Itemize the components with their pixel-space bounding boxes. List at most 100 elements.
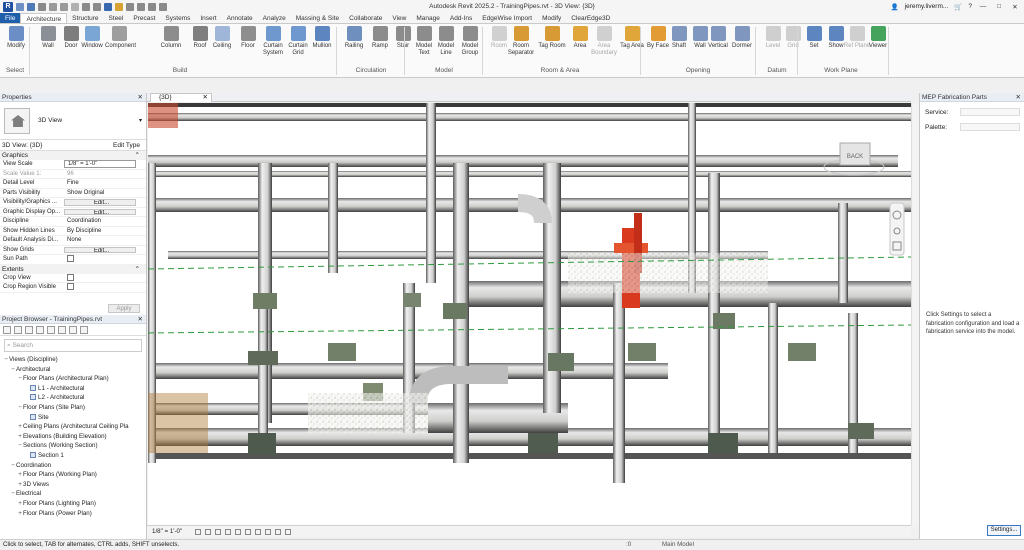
tab-steel[interactable]: Steel [104,13,129,23]
close-icon[interactable]: ✕ [1016,93,1021,102]
visual-style-icon[interactable] [205,529,211,535]
redo-icon[interactable] [60,2,68,11]
tree-item[interactable]: −Views (Discipline) [0,355,146,365]
browser-tool-icon[interactable] [80,326,88,334]
tree-item[interactable]: Site [0,413,146,423]
section-icon[interactable] [126,2,134,11]
sync-icon[interactable] [38,2,46,11]
edit-button[interactable]: Edit... [64,208,136,215]
user-name[interactable]: jeremy.liverm... [905,3,949,10]
tab-edgewise-import[interactable]: EdgeWise Import [477,13,537,23]
checkbox[interactable] [64,274,146,283]
tab-modify[interactable]: Modify [537,13,566,23]
dormer-button[interactable]: Dormer [728,26,756,50]
tree-item[interactable]: −Coordination [0,461,146,471]
tree-item[interactable]: +3D Views [0,480,146,490]
tab-manage[interactable]: Manage [411,13,445,23]
close-icon[interactable]: ✕ [1010,3,1020,11]
lock-view-icon[interactable] [265,529,271,535]
shadows-icon[interactable] [225,529,231,535]
apply-button[interactable]: Apply [108,304,140,313]
property-row[interactable]: Crop View [0,274,146,283]
measure-icon[interactable] [82,2,90,11]
browser-tool-icon[interactable] [14,326,22,334]
property-row[interactable]: Graphic Display Op... Edit... [0,208,146,217]
browser-tool-icon[interactable] [3,326,11,334]
edit-button[interactable]: Edit... [64,246,136,253]
tree-item[interactable]: +Elevations (Building Elevation) [0,432,146,442]
print-icon[interactable] [71,2,79,11]
tree-item[interactable]: −Floor Plans (Site Plan) [0,403,146,413]
collapse-icon[interactable]: ⌃ [135,151,140,160]
mullion-button[interactable]: Mullion [308,26,336,50]
room-separator-button[interactable]: Room Separator [507,26,535,56]
property-row[interactable]: Show Hidden Lines By Discipline [0,227,146,236]
tab-collaborate[interactable]: Collaborate [344,13,387,23]
modify-button[interactable]: Modify [2,26,30,50]
tree-item[interactable]: +Floor Plans (Working Plan) [0,470,146,480]
undo-icon[interactable] [49,2,57,11]
tag-room-button[interactable]: Tag Room [538,26,566,50]
close-icon[interactable]: ✕ [138,93,143,102]
tab-precast[interactable]: Precast [128,13,160,23]
property-value[interactable]: 1/8" = 1'-0" [64,160,136,168]
edit-button[interactable]: Edit... [64,199,136,206]
group-graphics[interactable]: Graphics ⌃ [0,151,146,160]
maximize-icon[interactable]: □ [994,3,1004,10]
close-icon[interactable]: ✕ [203,94,208,102]
thin-lines-icon[interactable] [137,2,145,11]
tree-item[interactable]: +Ceiling Plans (Architectural Ceiling Pl… [0,422,146,432]
user-icon[interactable]: 👤 [891,3,899,11]
tree-item[interactable]: −Electrical [0,489,146,499]
tab-massing-site[interactable]: Massing & Site [291,13,344,23]
panel-label-select[interactable]: Select [2,67,28,74]
property-row[interactable]: Show Grids Edit... [0,246,146,255]
instance-row[interactable]: 3D View: {3D} Edit Type [0,140,146,151]
tab-structure[interactable]: Structure [67,13,103,23]
crop-region-icon[interactable] [255,529,261,535]
property-row[interactable]: Discipline Coordination [0,217,146,227]
viewport-scrollbar[interactable] [911,103,919,525]
tab-systems[interactable]: Systems [160,13,195,23]
checkbox[interactable] [64,283,146,292]
3d-viewport[interactable]: BACK [148,103,911,525]
tag-area-button[interactable]: Tag Area [618,26,646,50]
tab-view[interactable]: View [387,13,411,23]
browser-tool-icon[interactable] [36,326,44,334]
3d-view-icon[interactable] [115,2,123,11]
dimension-icon[interactable] [93,2,101,11]
switch-windows-icon[interactable] [159,2,167,11]
crop-icon[interactable] [245,529,251,535]
window-button[interactable]: Window [78,26,106,50]
tree-item[interactable]: −Sections (Working Section) [0,441,146,451]
reveal-hidden-icon[interactable] [285,529,291,535]
browser-tool-icon[interactable] [25,326,33,334]
property-row[interactable]: Crop Region Visible [0,283,146,293]
browser-tool-icon[interactable] [47,326,55,334]
close-windows-icon[interactable] [148,2,156,11]
property-row[interactable]: Sun Path [0,255,146,265]
tree-item[interactable]: +Floor Plans (Lighting Plan) [0,499,146,509]
property-row[interactable]: Scale Value 1: 96 [0,170,146,179]
group-extents[interactable]: Extents ⌃ [0,264,146,274]
temporary-hide-icon[interactable] [275,529,281,535]
tab-annotate[interactable]: Annotate [222,13,258,23]
chevron-down-icon[interactable]: ▾ [139,117,142,124]
tree-item[interactable]: +Floor Plans (Power Plan) [0,509,146,519]
point-cloud-model[interactable]: BACK [148,103,911,525]
tab-architecture[interactable]: Architecture [20,13,68,23]
tag-icon[interactable] [104,2,112,11]
navigation-bar[interactable] [889,202,905,256]
property-row[interactable]: View Scale 1/8" = 1'-0" [0,160,146,170]
tab-file[interactable]: File [0,13,21,23]
tab-add-ins[interactable]: Add-Ins [445,13,477,23]
palette-dropdown[interactable] [960,123,1020,131]
sun-path-icon[interactable] [215,529,221,535]
save-icon[interactable] [27,2,35,11]
tree-item[interactable]: −Architectural [0,365,146,375]
help-button[interactable]: ? [968,3,972,10]
tab-clearedge3d[interactable]: ClearEdge3D [566,13,615,23]
type-selector[interactable]: 3D View ▾ [0,102,146,140]
revit-logo-icon[interactable]: R [3,1,13,12]
render-icon[interactable] [235,529,241,535]
